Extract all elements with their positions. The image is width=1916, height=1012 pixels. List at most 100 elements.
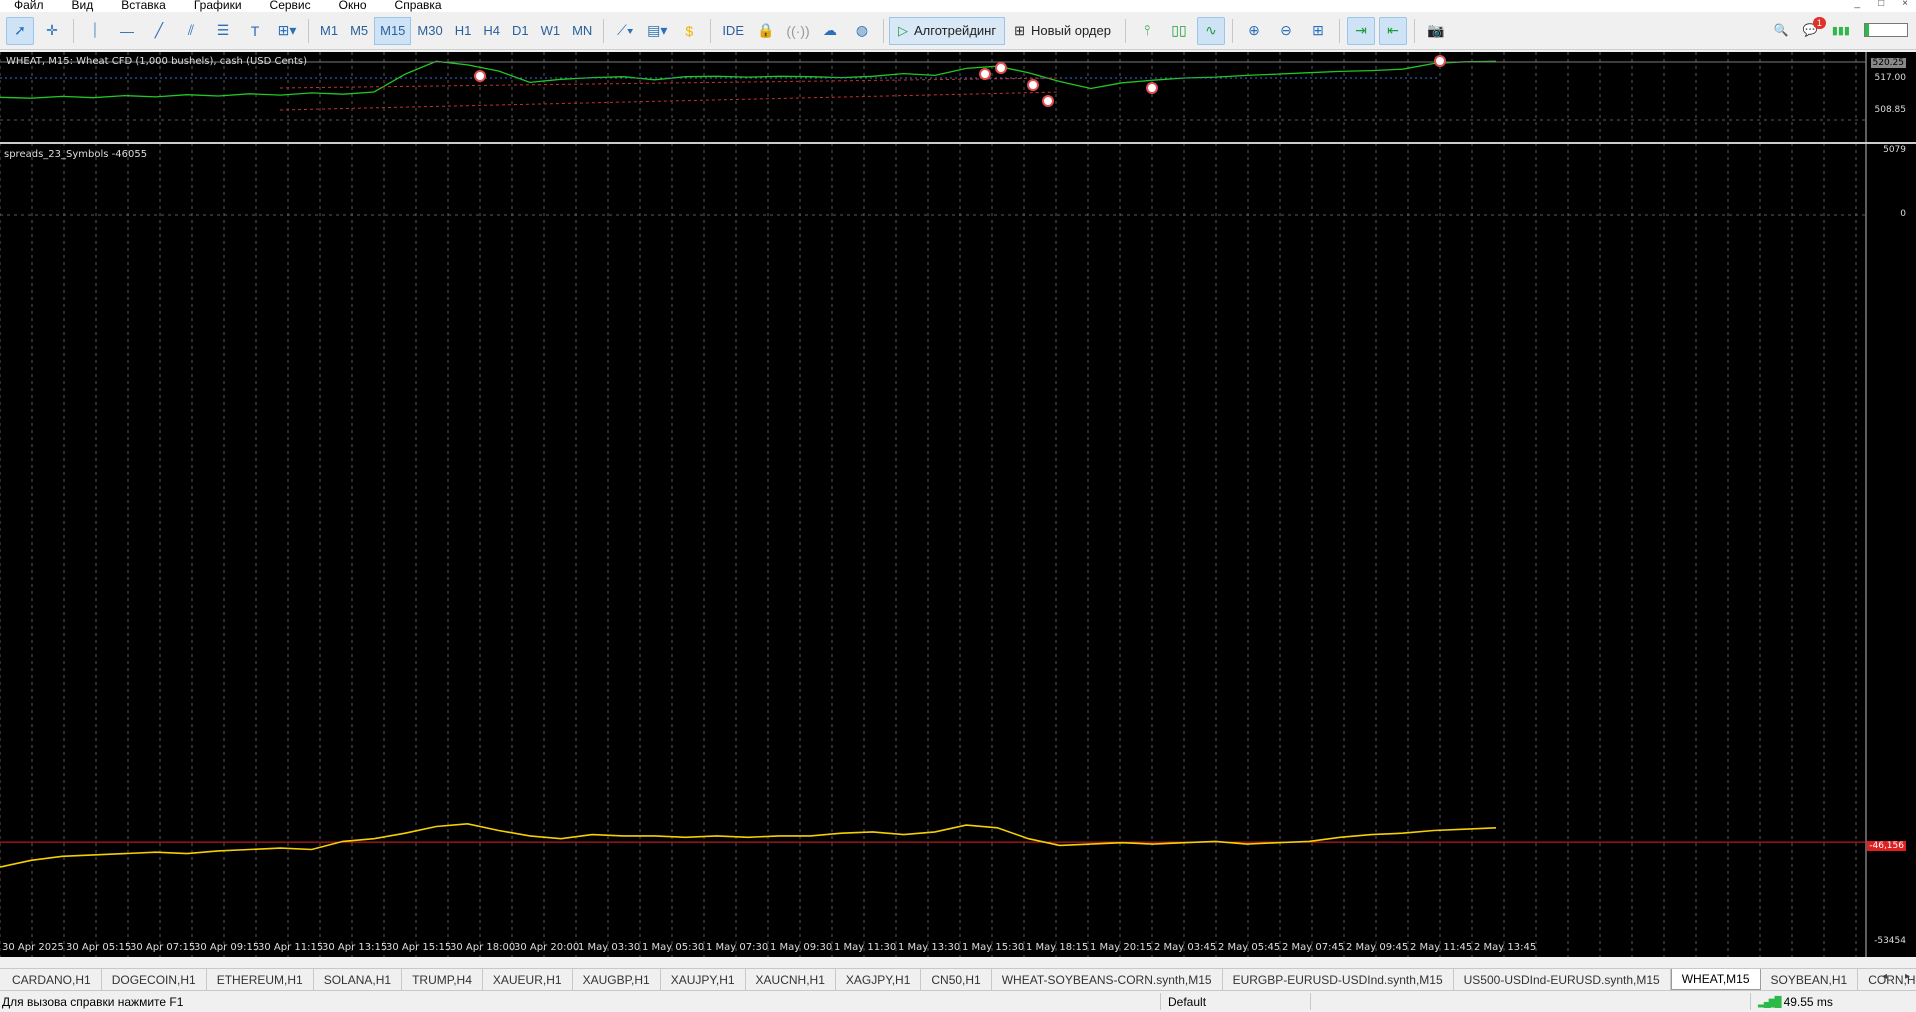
vertical-line-tool-button[interactable]: ⏐ [81,17,109,45]
play-icon: ▷ [897,22,908,38]
time-axis-label: 30 Apr 05:15 [66,942,132,953]
chart-tab[interactable]: CN50,H1 [921,969,992,990]
trendline-tool-button[interactable]: ╱ [145,17,173,45]
time-axis-label: 1 May 11:30 [834,942,897,953]
new-order-button[interactable]: ⊞ Новый ордер [1005,17,1120,45]
menu-charts[interactable]: Графики [180,0,256,12]
status-help-text: Для вызова справки нажмите F1 [2,995,184,1009]
close-button[interactable]: × [1902,0,1908,9]
tile-windows-button[interactable]: ⊞ [1304,17,1332,45]
algotrading-button[interactable]: ▷ Алготрейдинг [888,16,1006,45]
horizontal-line-icon: — [120,22,134,39]
algotrading-label: Алготрейдинг [913,23,997,38]
notifications-button[interactable]: 💬 1 [1803,17,1826,37]
chart-window[interactable]: WHEAT, M15: Wheat CFD (1,000 bushels), c… [0,52,1916,957]
window-controls: _ □ × [1855,0,1908,9]
search-icon[interactable]: 🔍 [1774,23,1789,37]
status-connection[interactable]: ▂▄▆█ 49.55 ms [1758,995,1833,1009]
trade-marker [1146,82,1158,94]
indicator-axis-label: 5079 [1883,145,1906,155]
status-divider [1750,993,1751,1010]
chart-tab[interactable]: WHEAT-SOYBEANS-CORN.synth,M15 [992,969,1223,990]
market-button[interactable]: $ [675,17,703,45]
fibonacci-icon: ☰ [216,22,230,38]
chart-shift-button[interactable]: ⇤ [1378,16,1407,45]
crosshair-tool-button[interactable]: ✛ [38,17,66,45]
timeframe-h1[interactable]: H1 [449,17,478,45]
horizontal-line-tool-button[interactable]: — [113,17,141,45]
community-button[interactable]: ◍ [848,17,876,45]
zoom-in-button[interactable]: ⊕ [1240,17,1268,45]
timeframe-m1[interactable]: M1 [314,17,344,45]
candles-button[interactable]: ▯▯ [1165,17,1193,45]
restore-button[interactable]: □ [1878,0,1884,9]
menu-view[interactable]: Вид [58,0,108,12]
chart-type-button[interactable]: ⟋▾ [611,17,639,45]
toolbar-divider [603,18,605,43]
menu-file[interactable]: Файл [0,0,58,12]
menu-insert[interactable]: Вставка [107,0,180,12]
time-axis-label: 1 May 05:30 [642,942,705,953]
line-chart-icon: ⟋▾ [616,22,634,38]
ide-button[interactable]: IDE [716,17,750,45]
vps-button[interactable]: ☁ [816,17,844,45]
chart-tab[interactable]: ETHEREUM,H1 [207,969,314,990]
scroll-left-icon[interactable]: ◂ [1882,971,1887,982]
screenshot-button[interactable]: 📷 [1422,17,1450,45]
indicator-axis-label: 0 [1900,209,1906,219]
chart-tab[interactable]: XAUEUR,H1 [483,969,573,990]
indicator-current-tag: -46,156 [1867,841,1906,851]
timeframe-w1[interactable]: W1 [535,17,567,45]
chart-tab[interactable]: XAUJPY,H1 [661,969,746,990]
chart-tab[interactable]: XAUGBP,H1 [573,969,661,990]
trade-marker [1434,55,1446,67]
chart-tab[interactable]: CARDANO,H1 [2,969,102,990]
chart-tab[interactable]: SOLANA,H1 [314,969,403,990]
chart-canvas[interactable] [0,52,1916,957]
timeframe-mn[interactable]: MN [566,17,598,45]
autoscroll-button[interactable]: ⇥ [1346,16,1375,45]
time-axis-label: 1 May 09:30 [770,942,833,953]
menu-tools[interactable]: Сервис [256,0,325,12]
chart-tab[interactable]: DOGECOIN,H1 [102,969,207,990]
toolbar-divider [710,18,712,43]
zoom-out-button[interactable]: ⊖ [1272,17,1300,45]
chart-tab[interactable]: TRUMP,H4 [402,969,483,990]
shapes-tool-button[interactable]: ⊞▾ [273,17,301,45]
scroll-right-icon[interactable]: ▸ [1905,971,1910,982]
time-axis-label: 30 Apr 15:15 [386,942,452,953]
status-profile[interactable]: Default [1168,995,1206,1009]
line-chart-button[interactable]: ∿ [1196,16,1225,45]
channel-tool-button[interactable]: ⫽ [177,17,205,45]
fibonacci-tool-button[interactable]: ☰ [209,17,237,45]
indicators-icon: ▤▾ [647,22,668,38]
connection-icon: ▮▮▮ [1831,24,1850,37]
toolbar-right: 🔍 💬 1 ▮▮▮ [1774,16,1908,44]
menu-window[interactable]: Окно [325,0,381,12]
timeframe-m5[interactable]: M5 [344,17,374,45]
menu-help[interactable]: Справка [381,0,456,12]
timeframe-d1[interactable]: D1 [506,17,535,45]
time-axis-label: 2 May 13:45 [1474,942,1537,953]
chart-shift-icon: ⇤ [1387,22,1399,38]
time-axis-label: 1 May 15:30 [962,942,1025,953]
chart-tab[interactable]: SOYBEAN,H1 [1761,969,1859,990]
lock-button[interactable]: 🔒 [752,17,780,45]
chart-tab[interactable]: XAUCNH,H1 [746,969,836,990]
chart-tab[interactable]: XAGJPY,H1 [836,969,922,990]
bar-chart-button[interactable]: ⫯ [1133,17,1161,45]
chart-tab[interactable]: US500-USDInd-EURUSD.synth,M15 [1454,969,1671,990]
minimize-button[interactable]: _ [1855,0,1861,9]
chart-tab-active[interactable]: WHEAT,M15 [1670,969,1761,990]
time-axis-label: 30 Apr 20:00 [514,942,580,953]
chart-tab[interactable]: EURGBP-EURUSD-USDInd.synth,M15 [1223,969,1454,990]
cursor-icon: ➚ [14,22,26,38]
cursor-tool-button[interactable]: ➚ [6,16,34,45]
text-tool-button[interactable]: T [241,17,269,45]
indicators-button[interactable]: ▤▾ [643,17,671,45]
timeframe-h4[interactable]: H4 [477,17,506,45]
timeframe-m30[interactable]: M30 [411,17,448,45]
signal-button[interactable]: ((·)) [784,17,812,45]
trade-marker [1042,95,1054,107]
timeframe-m15[interactable]: M15 [374,16,412,45]
